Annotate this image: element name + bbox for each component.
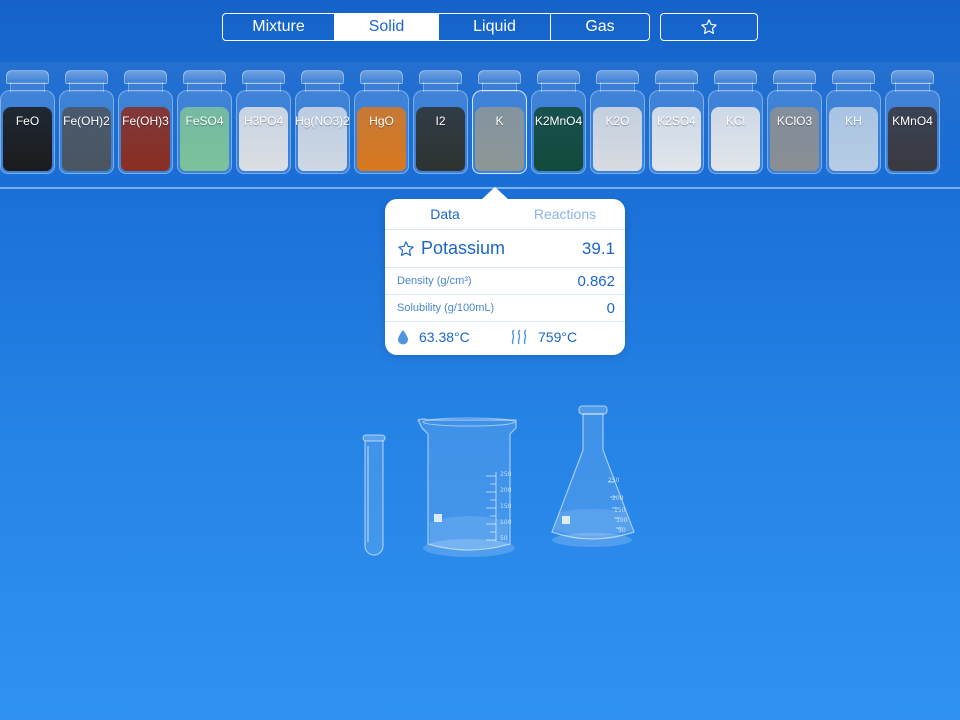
jar-body: [0, 90, 55, 174]
star-outline-icon: [701, 19, 717, 34]
chemical-jar[interactable]: FeSO4: [177, 70, 232, 178]
jar-body: [59, 90, 114, 174]
jar-body: [826, 90, 881, 174]
beaker-mark: 150: [500, 503, 512, 510]
chemical-shelf: FeO Fe(OH)2 Fe(OH)3 FeSO4 H3PO4 Hg(NO3)2 HgO I2…: [0, 62, 960, 190]
chemical-jar[interactable]: HgO: [354, 70, 409, 178]
vapor-icon: [511, 329, 527, 345]
jar-label: KClO3: [776, 114, 813, 128]
jar-label: Hg(NO3)2: [295, 114, 350, 128]
flask-mark: 100: [616, 517, 628, 524]
solubility-label: Solubility (g/100mL): [397, 302, 495, 314]
jar-label: Fe(OH)3: [122, 114, 169, 128]
element-data-popover: Data Reactions Potassium 39.1 Density (g…: [385, 187, 625, 355]
jar-label: K: [495, 114, 504, 128]
jar-label: HgO: [369, 114, 394, 128]
popover-tabs: Data Reactions: [385, 199, 625, 229]
boiling-point: 759°C: [538, 329, 578, 345]
chemical-jar[interactable]: K2O: [590, 70, 645, 178]
density-value: 0.862: [577, 272, 615, 290]
jar-label: I2: [435, 114, 446, 128]
popover-arrow: [481, 187, 509, 200]
chemical-jar[interactable]: FeO: [0, 70, 55, 178]
jar-label: FeSO4: [185, 114, 224, 128]
jar-body: [413, 90, 468, 174]
jar-body: [118, 90, 173, 174]
erlenmeyer-flask[interactable]: 250 200 150 100 50: [548, 404, 644, 552]
flask-mark: 50: [618, 527, 626, 534]
beaker-mark: 100: [500, 519, 512, 526]
jar-body: [295, 90, 350, 174]
jar-body: [767, 90, 822, 174]
jar-label: FeO: [15, 114, 40, 128]
beaker-mark: 250: [500, 471, 512, 478]
chemical-jar[interactable]: Fe(OH)2: [59, 70, 114, 178]
jar-label: K2SO4: [657, 114, 696, 128]
jar-label: H3PO4: [243, 114, 284, 128]
shelf-divider: [0, 187, 960, 189]
chemical-jar[interactable]: KH: [826, 70, 881, 178]
density-row: Density (g/cm³) 0.862: [385, 267, 625, 294]
tab-data[interactable]: Data: [385, 206, 505, 222]
tab-reactions[interactable]: Reactions: [505, 206, 625, 222]
jar-body: [531, 90, 586, 174]
jar-label: K2O: [605, 114, 630, 128]
jar-body: [885, 90, 940, 174]
solubility-row: Solubility (g/100mL) 0: [385, 294, 625, 321]
chemical-jar[interactable]: K: [472, 70, 527, 178]
jar-label: KMnO4: [892, 114, 933, 128]
jar-label: KCl: [725, 114, 746, 128]
phase-segmented-control: Mixture Solid Liquid Gas: [222, 13, 650, 41]
droplet-icon: [398, 330, 408, 345]
jar-body: [236, 90, 291, 174]
favorites-button[interactable]: [660, 13, 758, 41]
star-outline-icon[interactable]: [397, 240, 415, 258]
chemical-jar[interactable]: KClO3: [767, 70, 822, 178]
flask-mark: 250: [608, 477, 620, 484]
chemical-jar[interactable]: Hg(NO3)2: [295, 70, 350, 178]
chemical-jar[interactable]: KCl: [708, 70, 763, 178]
jar-label: Fe(OH)2: [63, 114, 110, 128]
jar-label: K2MnO4: [534, 114, 583, 128]
chemical-jar[interactable]: K2SO4: [649, 70, 704, 178]
temperature-row: 63.38°C 759°C: [385, 321, 625, 352]
test-tube[interactable]: [360, 434, 388, 560]
jar-body: [177, 90, 232, 174]
jar-label: KH: [845, 114, 862, 128]
jar-body: [354, 90, 409, 174]
jar-body: [708, 90, 763, 174]
density-label: Density (g/cm³): [397, 275, 472, 287]
melting-point: 63.38°C: [419, 329, 470, 345]
beaker-mark: 50: [500, 535, 508, 542]
jar-body: [649, 90, 704, 174]
flask-mark: 200: [612, 495, 624, 502]
element-name: Potassium: [421, 238, 506, 258]
chemical-jar[interactable]: Fe(OH)3: [118, 70, 173, 178]
chemical-jar[interactable]: K2MnO4: [531, 70, 586, 178]
tab-mixture[interactable]: Mixture: [223, 14, 335, 40]
chemical-jar[interactable]: H3PO4: [236, 70, 291, 178]
jar-row: FeO Fe(OH)2 Fe(OH)3 FeSO4 H3PO4 Hg(NO3)2 HgO I2…: [0, 70, 944, 178]
jar-body: [472, 90, 527, 174]
molar-mass: 39.1: [581, 238, 615, 258]
beaker[interactable]: 250 200 150 100 50: [414, 414, 524, 562]
jar-body: [590, 90, 645, 174]
tab-gas[interactable]: Gas: [551, 14, 649, 40]
beaker-mark: 200: [500, 487, 512, 494]
tab-solid[interactable]: Solid: [335, 14, 439, 40]
chemical-jar[interactable]: KMnO4: [885, 70, 940, 178]
solubility-value: 0: [606, 299, 615, 317]
flask-mark: 150: [614, 507, 626, 514]
chemical-jar[interactable]: I2: [413, 70, 468, 178]
element-name-row: Potassium 39.1: [385, 229, 625, 267]
tab-liquid[interactable]: Liquid: [439, 14, 551, 40]
